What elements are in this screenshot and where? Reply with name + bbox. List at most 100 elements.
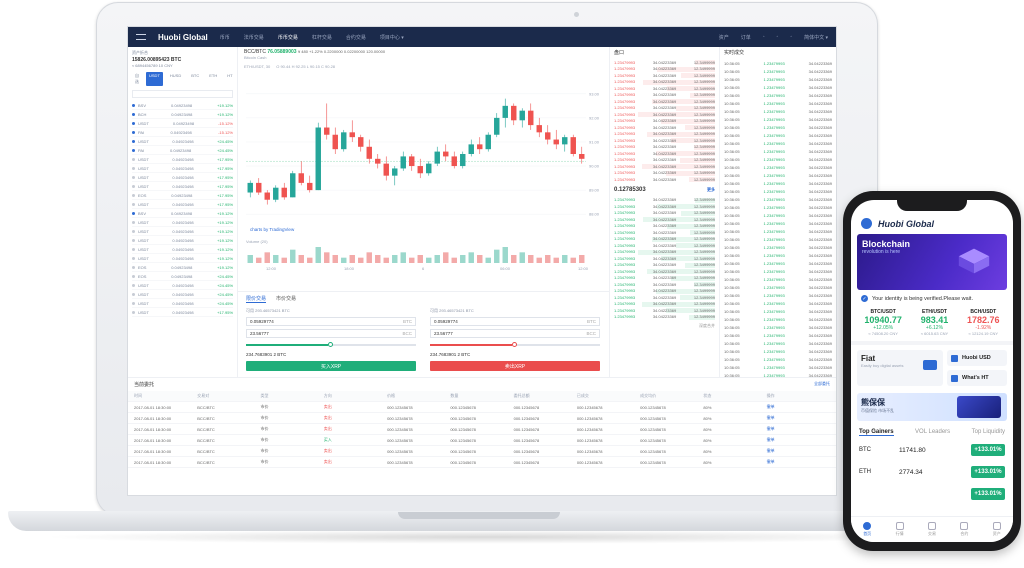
market-row[interactable]: PAI 0.04923498 -15.12% [132,128,233,137]
market-row[interactable]: USDT 0.04923498 +19.12% [132,218,233,227]
market-row[interactable]: USDT 0.04923498 +17.95% [132,164,233,173]
buy-price-input[interactable]: 0.05929774 BTC [246,317,416,326]
favorite-star-icon[interactable] [132,193,135,197]
book-row[interactable]: 1.23479993 34.04223369 12.3499999 [614,170,715,177]
book-row[interactable]: 1.23479993 34.04223369 12.3499999 [614,105,715,112]
book-row[interactable]: 1.23479993 34.04223369 12.3499999 [614,307,715,314]
book-row[interactable]: 1.23479993 34.04223369 12.3499999 [614,197,715,204]
market-row[interactable]: USDT 0.04923498 +17.95% [132,155,233,164]
market-tab[interactable]: BTC [188,72,202,86]
book-row[interactable]: 1.23479993 34.04223369 12.3499999 [614,144,715,151]
ticker-card[interactable]: BCH/USDT 1782.76 -1.92% ≈ 12124.19 CNY [967,309,1000,336]
market-row[interactable]: USDT 0.04923498 +19.12% [132,227,233,236]
nav-item[interactable]: 法币交易 [244,34,264,41]
avatar[interactable] [861,218,872,229]
tab-limit[interactable]: 限价交易 [246,295,267,303]
bottom-nav-item[interactable]: 交易 [927,522,936,537]
nav-icon[interactable]: ◦ [763,34,765,41]
tab-vol-leaders[interactable]: VOL Leaders [915,429,950,436]
favorite-star-icon[interactable] [132,166,135,170]
huobi-usd-card[interactable]: Huobi USD [947,350,1007,366]
book-row[interactable]: 1.23479993 34.04223369 12.3499999 [614,131,715,138]
sell-price-input[interactable]: 0.05929774 BTC [430,317,600,326]
cancel-order-button[interactable]: 撤单 [767,459,830,465]
market-tab[interactable]: HUSD [167,72,184,86]
market-row[interactable]: USDT 0.04923498 -15.12% [132,119,233,128]
book-row[interactable]: 1.23479993 34.04223369 12.3499999 [614,223,715,230]
book-row[interactable]: 1.23479993 34.04223369 12.3499999 [614,137,715,144]
market-row[interactable]: USDT 0.04923498 +19.12% [132,236,233,245]
favorite-star-icon[interactable] [132,283,135,287]
tab-top-gainers[interactable]: Top Gainers [859,429,894,436]
book-row[interactable]: 1.23479993 34.04223369 12.3499999 [614,275,715,282]
market-row[interactable]: EOS 0.04923498 +19.12% [132,263,233,272]
book-row[interactable]: 1.23479993 34.04223369 12.3499999 [614,98,715,105]
market-row[interactable]: USDT 0.04923498 +24.45% [132,281,233,290]
bottom-nav-item[interactable]: 资产 [992,522,1001,537]
market-search-input[interactable] [132,90,233,98]
cancel-order-button[interactable]: 撤单 [767,415,830,421]
bottom-nav-item[interactable]: 首页 [863,522,872,537]
fiat-card[interactable]: Fiat Easily buy digital assets [857,350,943,386]
book-row[interactable]: 1.23479993 34.04223369 12.3499999 [614,262,715,269]
market-row[interactable]: EOS 0.04923498 +24.45% [132,272,233,281]
tab-top-liquidity[interactable]: Top Liquidity [972,429,1005,436]
book-row[interactable]: 1.23479993 34.04223369 12.3499999 [614,236,715,243]
book-row[interactable]: 1.23479993 34.04223369 12.3499999 [614,294,715,301]
market-row[interactable]: EOS 0.04923498 +17.95% [132,191,233,200]
market-row[interactable]: BSV 0.04923498 +19.12% [132,101,233,110]
favorite-star-icon[interactable] [132,139,135,143]
favorite-star-icon[interactable] [132,148,135,152]
book-row[interactable]: 1.23479993 34.04223369 12.3499999 [614,163,715,170]
favorite-star-icon[interactable] [132,121,135,125]
bottom-nav-item[interactable]: 行情 [895,522,904,537]
market-row[interactable]: USDT 0.04923498 +19.12% [132,245,233,254]
market-row[interactable]: USDT 0.04923498 +24.45% [132,137,233,146]
nav-icon[interactable]: ◦ [790,34,792,41]
buy-button[interactable]: 买入XRP [246,361,416,371]
book-row[interactable]: 1.23479993 34.04223369 12.3499999 [614,176,715,183]
book-row[interactable]: 1.23479993 34.04223369 12.3499999 [614,242,715,249]
bottom-nav-item[interactable]: 合约 [960,522,969,537]
cancel-order-button[interactable]: 撤单 [767,437,830,443]
book-row[interactable]: 1.23479993 34.04223369 12.3499999 [614,150,715,157]
favorite-star-icon[interactable] [132,247,135,251]
gainer-row[interactable]: +133.01% [851,483,1013,505]
ticker-card[interactable]: BTC/USDT 10940.77 +12.05% ≈ 74508.20 CNY [864,309,902,336]
book-row[interactable]: 1.23479993 34.04223369 12.3499999 [614,66,715,73]
favorite-star-icon[interactable] [132,310,135,314]
favorite-star-icon[interactable] [132,202,135,206]
market-row[interactable]: USDT 0.04923498 +17.95% [132,200,233,209]
favorite-star-icon[interactable] [132,274,135,278]
sell-button[interactable]: 卖出XRP [430,361,600,371]
depth-merge[interactable]: 深度合并 [614,323,715,329]
favorite-star-icon[interactable] [132,112,135,116]
cancel-order-button[interactable]: 撤单 [767,404,830,410]
whats-ht-card[interactable]: What's HT [947,370,1007,386]
book-row[interactable]: 1.23479993 34.04223369 12.3499999 [614,124,715,131]
book-row[interactable]: 1.23479993 34.04223369 12.3499999 [614,288,715,295]
market-row[interactable]: USDT 0.04923498 +24.45% [132,290,233,299]
book-row[interactable]: 1.23479993 34.04223369 12.3499999 [614,301,715,308]
market-row[interactable]: BSV 0.04923498 +19.12% [132,209,233,218]
candlestick-chart[interactable]: 93.00 92.00 91.00 90.00 89.00 88.00 charts by … [238,85,610,291]
book-row[interactable]: 1.23479993 34.04223369 12.3499999 [614,229,715,236]
market-tab[interactable]: ETH [206,72,220,86]
market-tab[interactable]: HT [224,72,235,86]
all-orders-link[interactable]: 全部委托 [814,381,830,387]
book-row[interactable]: 1.23479993 34.04223369 12.3499999 [614,79,715,86]
book-row[interactable]: 1.23479993 34.04223369 12.3499999 [614,281,715,288]
market-row[interactable]: USDT 0.04923498 +17.95% [132,308,233,317]
market-row[interactable]: BCH 0.04923498 +19.12% [132,110,233,119]
menu-icon[interactable] [136,34,146,40]
buy-slider[interactable] [246,342,416,347]
nav-item[interactable]: 杠杆交易 [312,34,332,41]
huobi-logo[interactable]: Huobi Global [158,33,208,42]
favorite-star-icon[interactable] [132,103,135,107]
book-row[interactable]: 1.23479993 34.04223369 12.3499999 [614,157,715,164]
sell-slider[interactable] [430,342,600,347]
book-row[interactable]: 1.23479993 34.04223369 12.3499999 [614,249,715,256]
book-row[interactable]: 1.23479993 34.04223369 12.3499999 [614,92,715,99]
tab-market[interactable]: 市价交易 [276,295,296,303]
book-row[interactable]: 1.23479993 34.04223369 12.3499999 [614,118,715,125]
